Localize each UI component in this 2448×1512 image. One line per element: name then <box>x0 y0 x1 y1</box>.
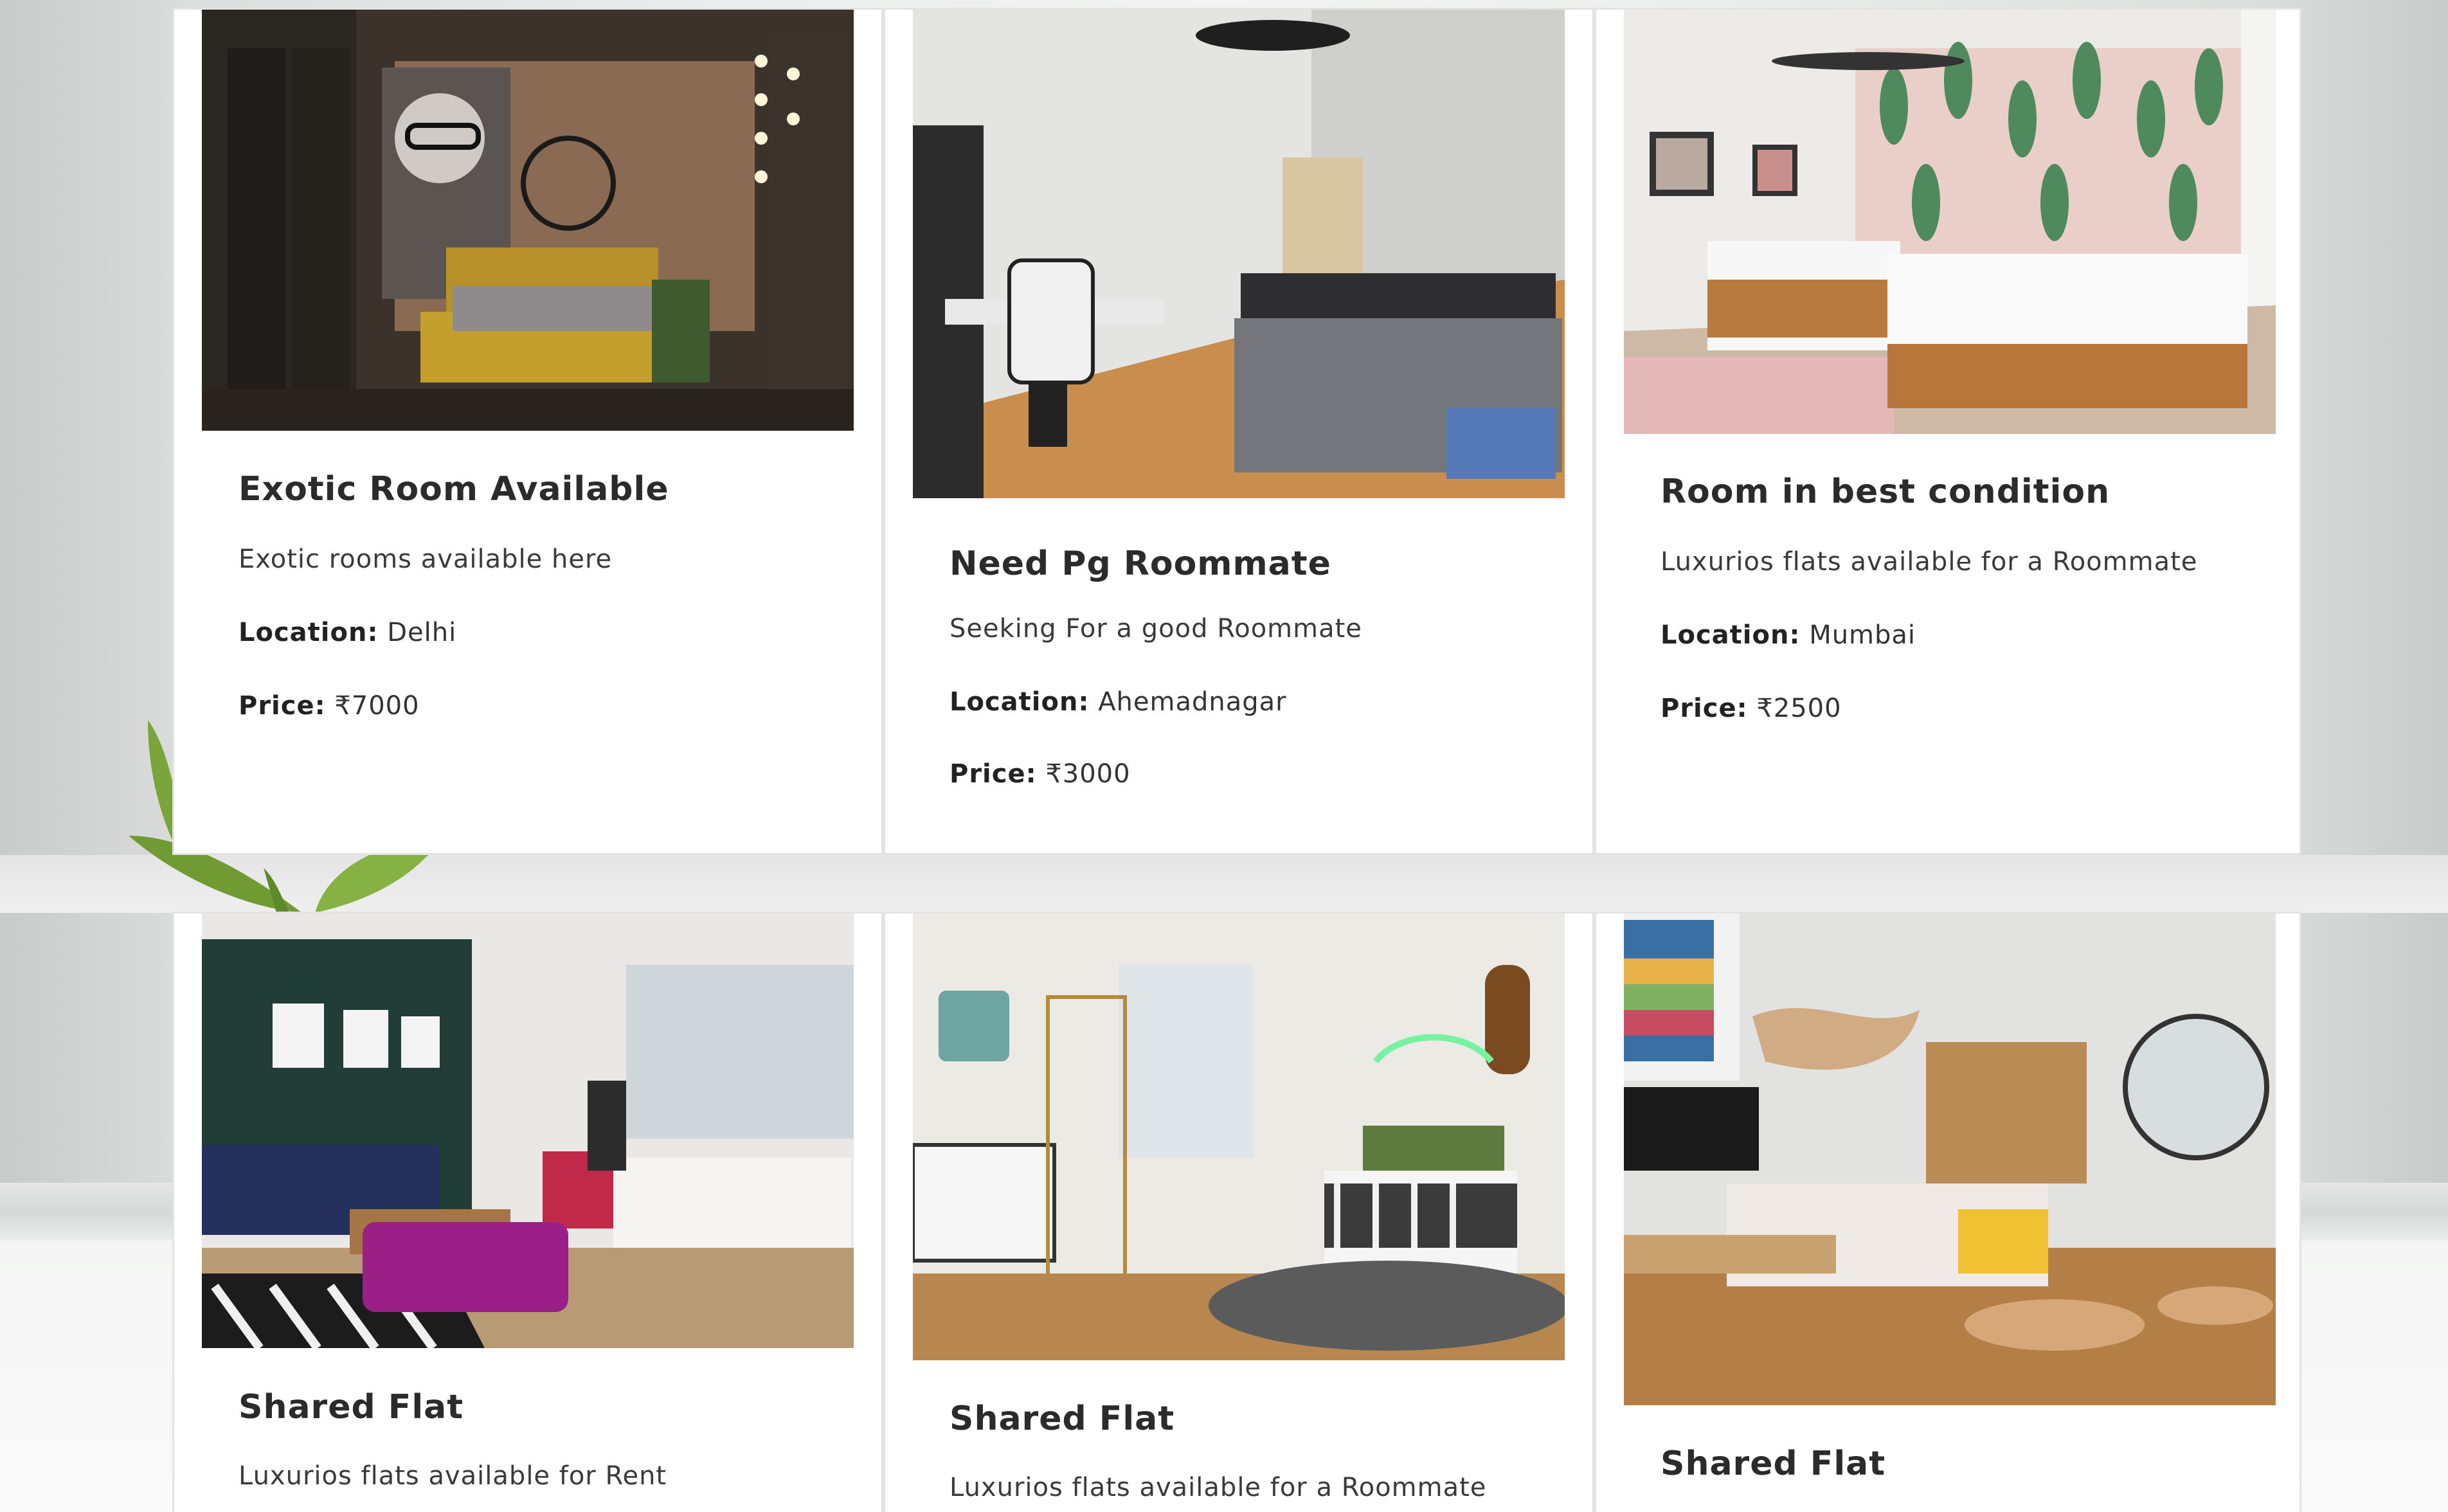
listing-price: Price: ₹2500 <box>1661 694 1842 723</box>
price-value: ₹3000 <box>1045 759 1131 789</box>
listing-card[interactable]: Shared Flat Luxurios flats available for… <box>883 912 1594 1512</box>
listing-description: Luxurios flats available for Rent <box>239 1461 667 1491</box>
location-value: Delhi <box>387 618 457 647</box>
studio-apartment-photo <box>1624 914 2276 1405</box>
listing-card[interactable]: Need Pg Roommate Seeking For a good Room… <box>883 8 1594 855</box>
price-label: Price: <box>950 759 1037 789</box>
location-label: Location: <box>1661 620 1801 650</box>
listing-title[interactable]: Shared Flat <box>1661 1444 1886 1483</box>
twin-bedroom-photo <box>1624 10 2276 434</box>
price-value: ₹2500 <box>1756 694 1842 723</box>
price-value: ₹7000 <box>334 691 420 721</box>
listing-description: Luxurios flats available for a Roommate <box>950 1473 1487 1502</box>
listing-title[interactable]: Shared Flat <box>950 1400 1174 1438</box>
listing-price: Price: ₹7000 <box>239 691 420 721</box>
listing-description: Exotic rooms available here <box>239 544 613 574</box>
living-room-photo <box>202 914 854 1348</box>
studio-bedroom-photo <box>913 914 1565 1360</box>
location-value: Mumbai <box>1809 620 1916 650</box>
listing-card[interactable]: Shared Flat Luxurios flats available for… <box>172 912 883 1512</box>
listing-location: Location: Mumbai <box>1661 620 1916 650</box>
listing-title[interactable]: Shared Flat <box>239 1388 464 1426</box>
listing-price: Price: ₹3000 <box>950 759 1131 789</box>
listing-title[interactable]: Need Pg Roommate <box>950 544 1331 583</box>
listing-location: Location: Delhi <box>239 618 456 647</box>
listing-title[interactable]: Exotic Room Available <box>239 470 669 509</box>
listing-description: Luxurios flats available for a Roommate <box>1661 547 2198 577</box>
listing-card[interactable]: Room in best condition Luxurios flats av… <box>1594 8 2301 855</box>
exotic-bedroom-photo <box>202 10 854 431</box>
price-label: Price: <box>1661 694 1748 723</box>
location-label: Location: <box>950 687 1090 717</box>
listing-title[interactable]: Room in best condition <box>1661 473 2110 511</box>
pg-bedroom-photo <box>913 10 1565 498</box>
listing-card[interactable]: Shared Flat <box>1594 912 2301 1512</box>
listing-location: Location: Ahemadnagar <box>950 687 1287 717</box>
price-label: Price: <box>239 691 326 721</box>
location-label: Location: <box>239 618 379 647</box>
location-value: Ahemadnagar <box>1098 687 1287 717</box>
listing-card[interactable]: Exotic Room Available Exotic rooms avail… <box>172 8 883 855</box>
listing-description: Seeking For a good Roommate <box>950 614 1362 644</box>
